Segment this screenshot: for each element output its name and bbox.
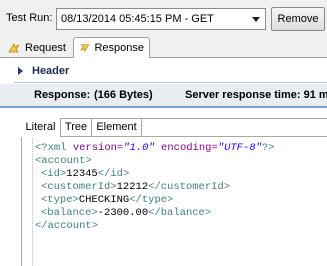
expand-triangle-icon[interactable] <box>18 67 23 75</box>
tab-element[interactable]: Element <box>92 118 142 137</box>
header-section-toggle[interactable]: Header <box>0 64 327 80</box>
xml-declaration-line: <?xml version="1.0" encoding="UTF-8"?> <box>35 142 275 154</box>
server-response-time: Server response time: 91 m <box>185 89 327 101</box>
tab-literal[interactable]: Literal <box>21 118 61 137</box>
response-label: Response: <box>34 89 91 101</box>
response-size: (166 Bytes) <box>94 89 153 101</box>
response-divider <box>0 106 327 108</box>
xml-id-line: <id>12345</id> <box>41 168 130 180</box>
tab-request-label: Request <box>25 41 66 54</box>
xml-customerid-line: <customerId>12212</customerId> <box>41 181 231 193</box>
xml-account-open-line: <account> <box>35 155 92 167</box>
request-response-tabs: Request Response <box>0 36 327 59</box>
editor-gutter <box>25 139 33 266</box>
section-divider <box>14 82 327 83</box>
xml-account-close-line: </account> <box>35 220 99 232</box>
xml-source-view[interactable]: <?xml version="1.0" encoding="UTF-8"?> <… <box>25 139 327 266</box>
view-mode-tabs: Literal Tree Element <box>21 118 327 137</box>
tab-response[interactable]: Response <box>73 37 150 59</box>
response-arrow-icon <box>80 44 90 53</box>
test-run-select[interactable]: 08/13/2014 05:45:15 PM - GET <box>56 8 266 30</box>
test-run-label: Test Run: <box>6 12 53 24</box>
xml-balance-line: <balance>-2300.00</balance> <box>41 207 212 219</box>
test-run-value: 08/13/2014 05:45:15 PM - GET <box>61 13 214 25</box>
request-arrow-icon <box>8 42 20 52</box>
response-panel: Header Response: (166 Bytes) Server resp… <box>0 58 327 266</box>
response-summary-row: Response: (166 Bytes) Server response ti… <box>0 84 327 106</box>
remove-button[interactable]: Remove <box>271 7 325 31</box>
tab-tree[interactable]: Tree <box>61 118 92 137</box>
xml-type-line: <type>CHECKING</type> <box>41 194 174 206</box>
dropdown-arrow-icon[interactable] <box>247 9 265 29</box>
tab-request[interactable]: Request <box>2 37 73 58</box>
tab-response-label: Response <box>94 42 144 54</box>
header-section-label: Header <box>32 65 70 77</box>
test-run-toolbar: Test Run: 08/13/2014 05:45:15 PM - GET R… <box>0 0 327 36</box>
